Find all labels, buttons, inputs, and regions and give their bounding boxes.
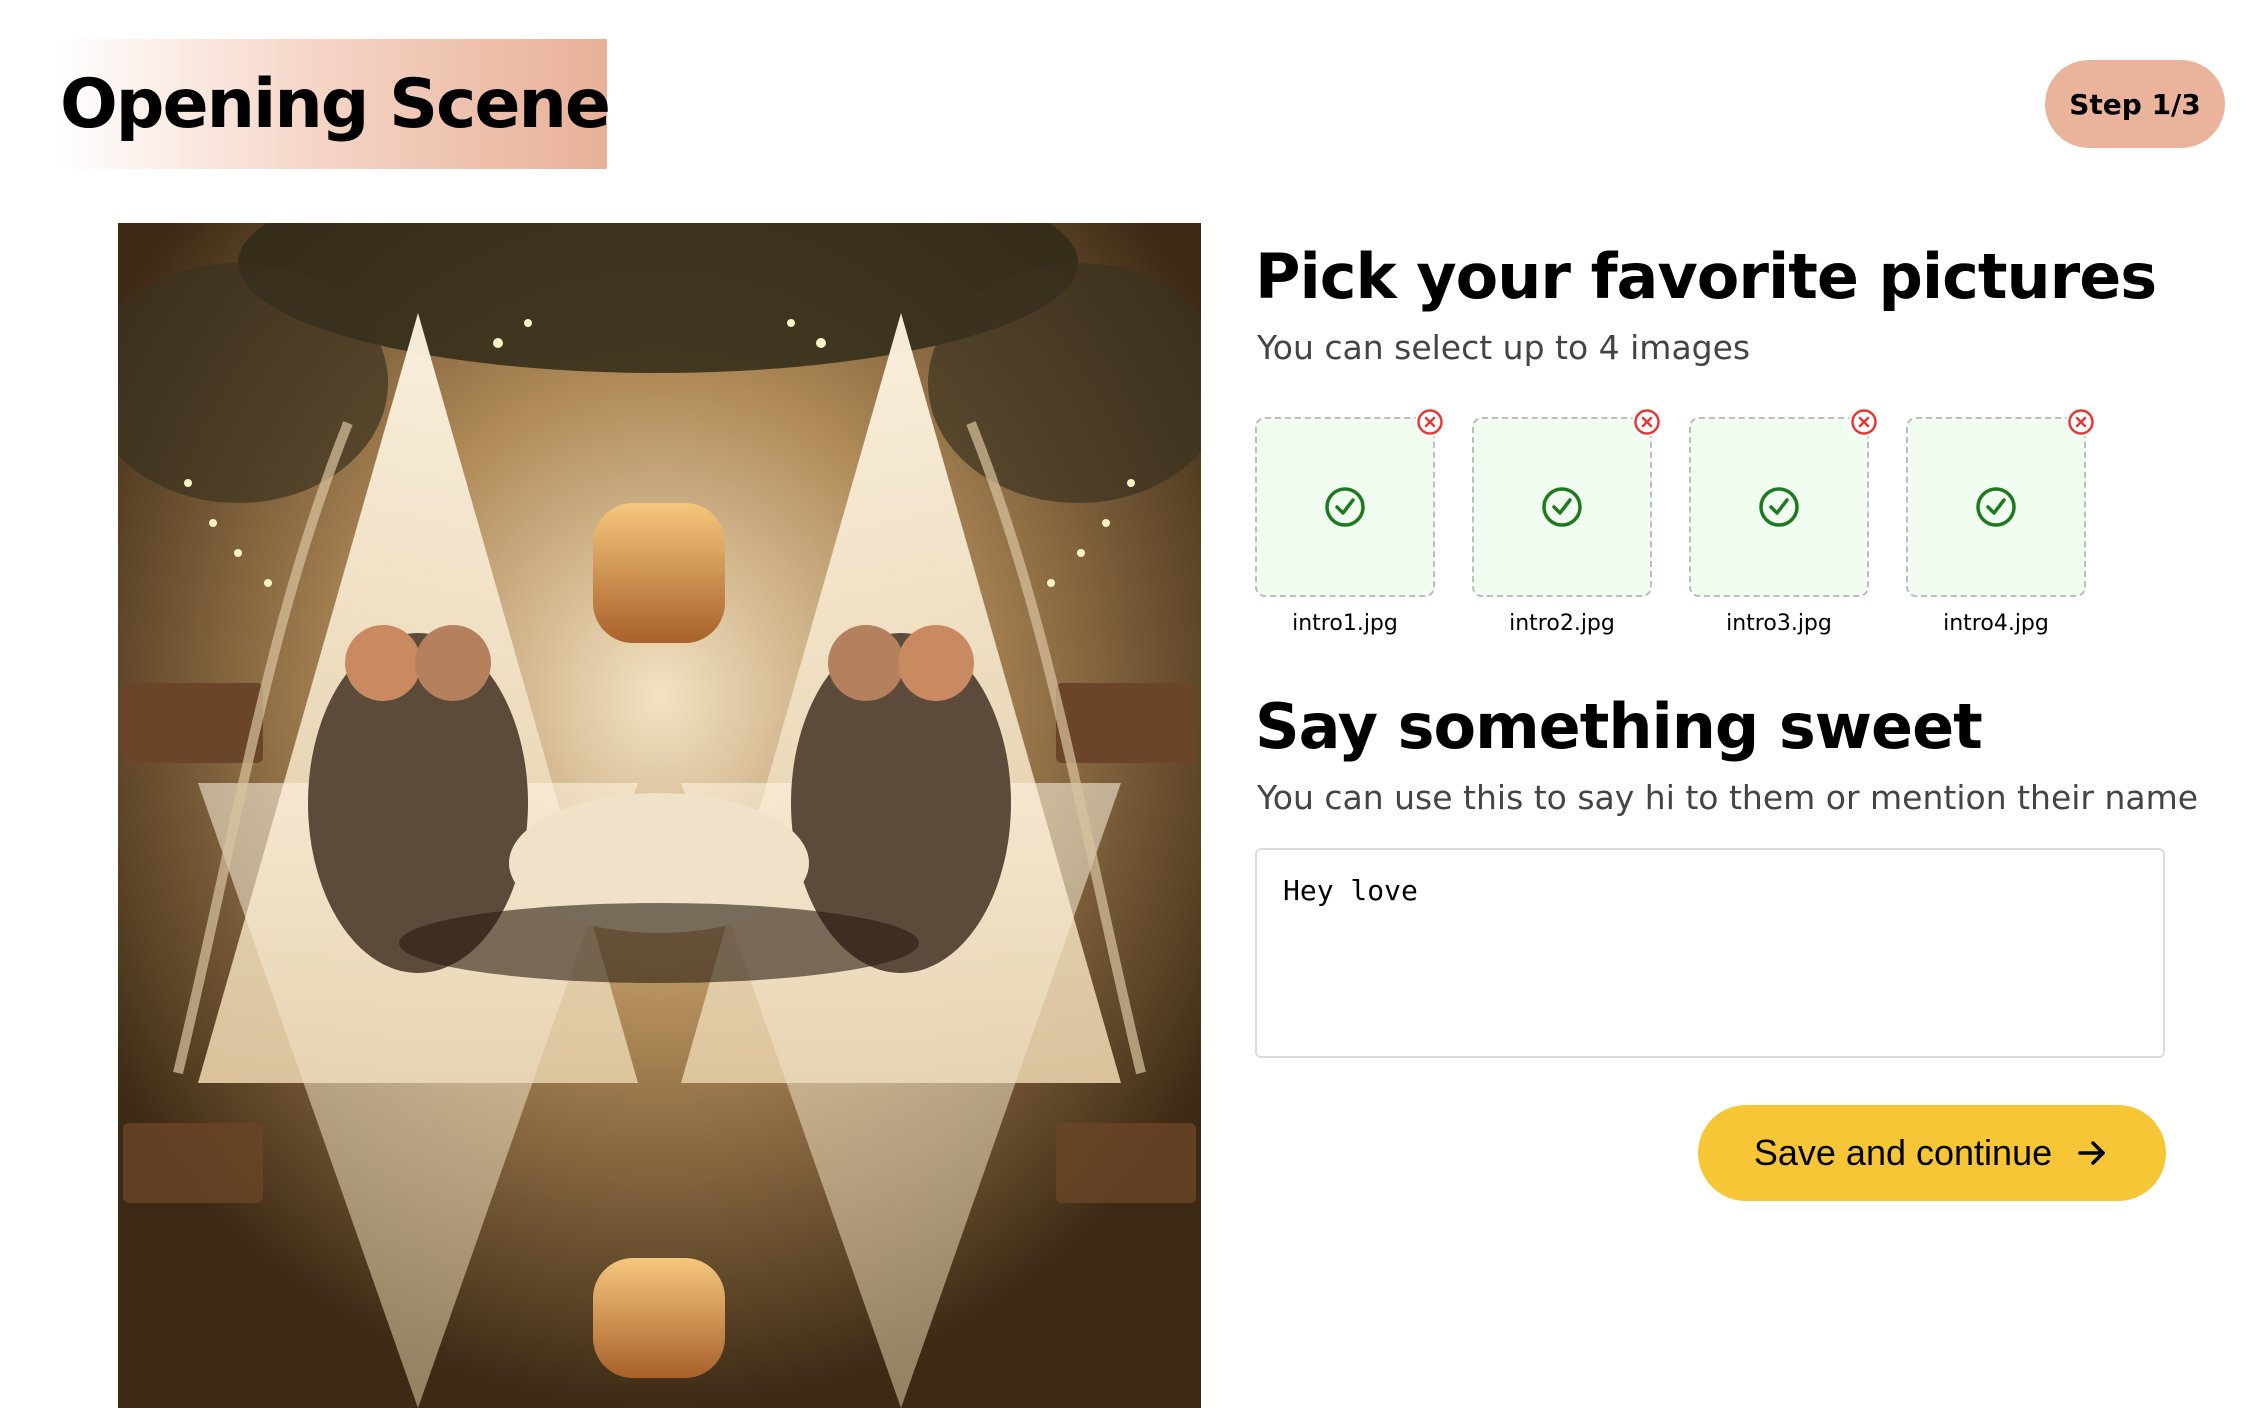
picture-thumbnail[interactable] bbox=[1255, 407, 1445, 597]
picture-item: intro4.jpg bbox=[1906, 407, 2096, 636]
picture-filename: intro2.jpg bbox=[1509, 611, 1615, 636]
message-title: Say something sweet bbox=[1255, 690, 1983, 763]
picture-thumbnail[interactable] bbox=[1689, 407, 1879, 597]
close-circle-icon bbox=[1634, 409, 1660, 435]
pictures-subtitle: You can select up to 4 images bbox=[1257, 328, 1751, 367]
check-circle-icon bbox=[1759, 487, 1799, 527]
selected-pictures: intro1.jpg intro2.jpg intro3.jpg intro4.… bbox=[1255, 407, 2155, 647]
remove-picture-button[interactable] bbox=[1632, 407, 1662, 437]
message-subtitle: You can use this to say hi to them or me… bbox=[1257, 778, 2199, 817]
remove-picture-button[interactable] bbox=[1849, 407, 1879, 437]
preview-photo bbox=[118, 223, 1201, 1408]
message-input[interactable]: Hey love bbox=[1255, 848, 2165, 1058]
save-and-continue-button[interactable]: Save and continue bbox=[1698, 1105, 2166, 1201]
close-circle-icon bbox=[1417, 409, 1443, 435]
arrow-right-icon bbox=[2078, 1141, 2105, 1165]
picture-filename: intro3.jpg bbox=[1726, 611, 1832, 636]
pictures-title: Pick your favorite pictures bbox=[1255, 240, 2157, 313]
picture-thumbnail[interactable] bbox=[1472, 407, 1662, 597]
picture-filename: intro4.jpg bbox=[1943, 611, 2049, 636]
remove-picture-button[interactable] bbox=[1415, 407, 1445, 437]
picture-thumbnail[interactable] bbox=[1906, 407, 2096, 597]
title-highlight: Opening Scene bbox=[60, 39, 611, 169]
page-title: Opening Scene bbox=[60, 64, 611, 144]
close-circle-icon bbox=[1851, 409, 1877, 435]
save-button-label: Save and continue bbox=[1753, 1132, 2053, 1173]
check-circle-icon bbox=[1542, 487, 1582, 527]
picture-item: intro1.jpg bbox=[1255, 407, 1445, 636]
picture-filename: intro1.jpg bbox=[1292, 611, 1398, 636]
close-circle-icon bbox=[2068, 409, 2094, 435]
remove-picture-button[interactable] bbox=[2066, 407, 2096, 437]
step-badge: Step 1/3 bbox=[2045, 60, 2225, 148]
picture-item: intro3.jpg bbox=[1689, 407, 1879, 636]
page: Opening Scene Step 1/3 Pick your favorit… bbox=[0, 0, 2260, 1408]
picture-item: intro2.jpg bbox=[1472, 407, 1662, 636]
check-circle-icon bbox=[1976, 487, 2016, 527]
check-circle-icon bbox=[1325, 487, 1365, 527]
